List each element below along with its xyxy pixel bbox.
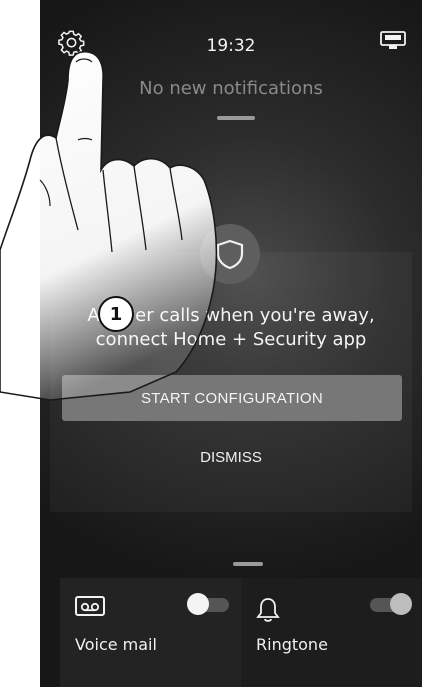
voice-mail-tile[interactable]: Voice mail — [60, 578, 241, 687]
promo-line-2: connect Home + Security app — [95, 329, 367, 350]
voicemail-icon — [75, 596, 105, 620]
toggle-knob — [390, 593, 412, 615]
ringtone-toggle[interactable] — [370, 593, 412, 615]
shield-icon — [200, 224, 260, 284]
dismiss-button[interactable]: DISMISS — [40, 448, 422, 467]
toggle-knob — [187, 593, 209, 615]
status-bar: 19:32 — [40, 0, 422, 80]
quick-panel-drag-handle[interactable] — [233, 562, 263, 566]
ringtone-label: Ringtone — [256, 635, 328, 654]
notifications-empty-text: No new notifications — [139, 78, 323, 99]
step-marker: 1 — [98, 296, 134, 332]
bell-icon — [256, 596, 280, 628]
device-screen: 19:32 No new notifications Answer calls … — [40, 0, 422, 687]
notifications-drag-handle[interactable] — [217, 116, 255, 120]
network-icon — [380, 30, 406, 52]
clock: 19:32 — [206, 36, 256, 56]
ringtone-tile[interactable]: Ringtone — [241, 578, 422, 687]
start-configuration-button[interactable]: START CONFIGURATION — [62, 375, 402, 421]
voice-mail-label: Voice mail — [75, 635, 157, 654]
voice-mail-toggle[interactable] — [187, 593, 229, 615]
